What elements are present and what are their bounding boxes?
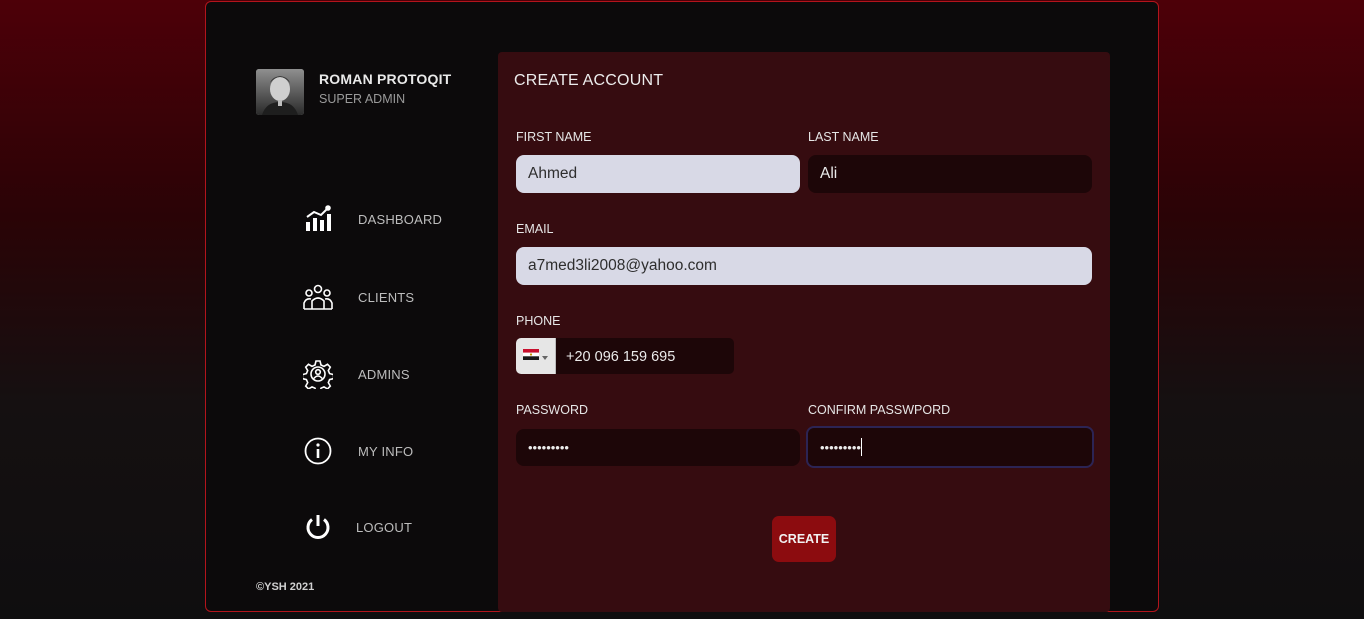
text-cursor	[860, 438, 862, 456]
create-account-panel: CREATE ACCOUNT FIRST NAME LAST NAME EMAI…	[498, 52, 1110, 612]
nav-label-admins: ADMINS	[358, 366, 410, 382]
email-field[interactable]	[516, 247, 1092, 285]
nav-item-logout[interactable]: LOGOUT	[302, 507, 502, 547]
confirm-password-label: CONFIRM PASSWPORD	[808, 403, 951, 417]
create-button[interactable]: CREATE	[772, 516, 836, 562]
app-frame: ROMAN PROTOQIT SUPER ADMIN DASHBOARD CLI…	[205, 1, 1159, 612]
user-role: SUPER ADMIN	[319, 92, 406, 106]
last-name-label: LAST NAME	[808, 130, 879, 144]
user-name: ROMAN PROTOQIT	[319, 71, 452, 87]
egypt-flag-icon	[523, 347, 539, 365]
nav-label-dashboard: DASHBOARD	[358, 211, 443, 227]
country-selector[interactable]	[516, 338, 556, 374]
power-icon	[302, 511, 334, 543]
avatar	[256, 69, 304, 115]
users-group-icon	[302, 281, 334, 313]
nav-item-admins[interactable]: ADMINS	[302, 354, 502, 394]
email-label: EMAIL	[516, 222, 554, 236]
gear-user-icon	[302, 358, 334, 390]
nav-item-clients[interactable]: CLIENTS	[302, 277, 502, 317]
password-label: PASSWORD	[516, 403, 588, 417]
password-field[interactable]	[516, 429, 800, 466]
info-circle-icon	[302, 435, 334, 467]
page-title: CREATE ACCOUNT	[514, 72, 664, 89]
copyright-text: ©YSH 2021	[256, 581, 315, 593]
first-name-label: FIRST NAME	[516, 130, 592, 144]
first-name-field[interactable]	[516, 155, 800, 193]
confirm-password-value: •••••••••	[820, 439, 861, 455]
phone-label: PHONE	[516, 314, 561, 328]
nav-label-clients: CLIENTS	[358, 289, 415, 305]
phone-input[interactable]	[564, 338, 733, 374]
last-name-field[interactable]	[808, 155, 1092, 193]
nav-label-my-info: MY INFO	[358, 443, 414, 459]
phone-field	[516, 338, 734, 374]
nav-item-my-info[interactable]: MY INFO	[302, 431, 502, 471]
nav-label-logout: LOGOUT	[356, 519, 413, 535]
confirm-password-field[interactable]: •••••••••	[806, 426, 1094, 468]
chevron-down-icon	[542, 347, 548, 365]
chart-bars-icon	[302, 203, 334, 235]
nav-item-dashboard[interactable]: DASHBOARD	[302, 199, 502, 239]
